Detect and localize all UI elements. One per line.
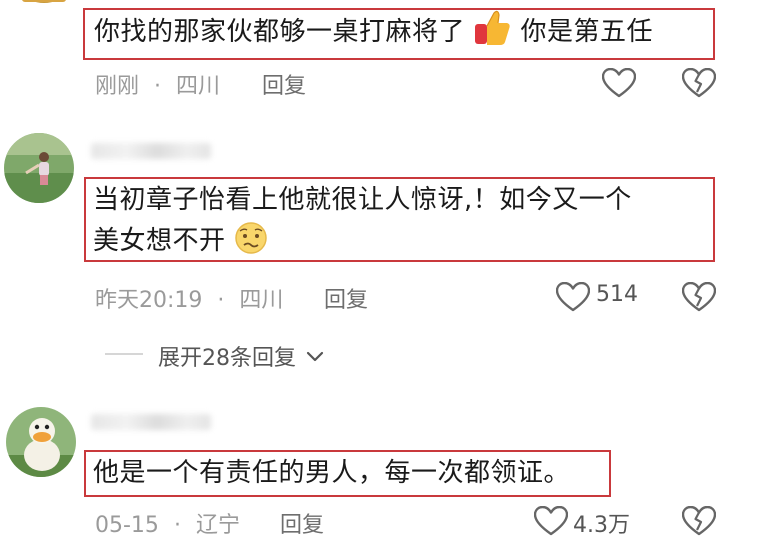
heart-icon[interactable] — [602, 68, 636, 98]
comment-3-meta: 05-15 · 辽宁 — [95, 507, 240, 539]
girl-in-field-avatar-image — [4, 133, 74, 203]
meta-separator: · — [154, 74, 162, 99]
meta-separator: · — [217, 288, 225, 313]
expand-replies-label: 展开28条回复 — [158, 346, 296, 371]
comment-3-like-count: 4.3万 — [573, 513, 630, 538]
avatar-comment-1[interactable] — [14, 0, 74, 36]
thumbs-up-emoji-icon — [474, 10, 510, 45]
comment-2-like-count: 514 — [596, 282, 638, 307]
woozy-face-emoji-icon — [235, 222, 268, 254]
comment-3-text: 他是一个有责任的男人，每一次都领证。 — [93, 458, 571, 488]
comment-2-meta: 昨天20:19 · 四川 — [95, 282, 283, 314]
avatar-comment-3[interactable] — [6, 407, 76, 477]
comment-2-text-line2: 美女想不开 — [93, 221, 268, 261]
expand-replies-divider — [105, 353, 143, 355]
comment-1-text: 你找的那家伙都够一桌打麻将了 你是第五任 — [94, 10, 653, 52]
duck-avatar-image — [6, 407, 76, 477]
comment-3-reply-button[interactable]: 回复 — [280, 507, 324, 539]
username-blurred[interactable] — [91, 414, 211, 430]
comment-2-text-line1: 当初章子怡看上他就很让人惊讶,！如今又一个 — [93, 185, 632, 215]
comment-2-location: 四川 — [239, 288, 284, 313]
heart-icon[interactable] — [534, 506, 568, 536]
comment-2-time: 昨天20:19 — [95, 288, 203, 313]
comment-1-reply-button[interactable]: 回复 — [262, 68, 306, 100]
chevron-down-icon — [306, 351, 324, 362]
comment-2-reply-button[interactable]: 回复 — [324, 282, 368, 314]
comment-3-location: 辽宁 — [195, 513, 240, 538]
avatar-comment-2[interactable] — [4, 133, 74, 203]
broken-heart-icon[interactable] — [682, 282, 716, 312]
broken-heart-icon[interactable] — [682, 68, 716, 98]
comment-1-meta: 刚刚 · 四川 — [95, 68, 220, 100]
expand-replies-button[interactable]: 展开28条回复 — [158, 340, 325, 372]
comment-1-location: 四川 — [176, 74, 221, 99]
comment-1-text-main: 你找的那家伙都够一桌打麻将了 — [94, 17, 466, 47]
heart-icon[interactable] — [556, 282, 590, 312]
broken-heart-icon[interactable] — [682, 506, 716, 536]
comment-1-time: 刚刚 — [95, 74, 140, 99]
username-blurred[interactable] — [91, 143, 211, 159]
comment-3-time: 05-15 — [95, 513, 159, 538]
scale-avatar-image — [22, 0, 66, 3]
comment-1-text-tail: 你是第五任 — [520, 17, 654, 47]
meta-separator: · — [173, 513, 181, 538]
comment-2-text-line2-main: 美女想不开 — [93, 226, 226, 256]
